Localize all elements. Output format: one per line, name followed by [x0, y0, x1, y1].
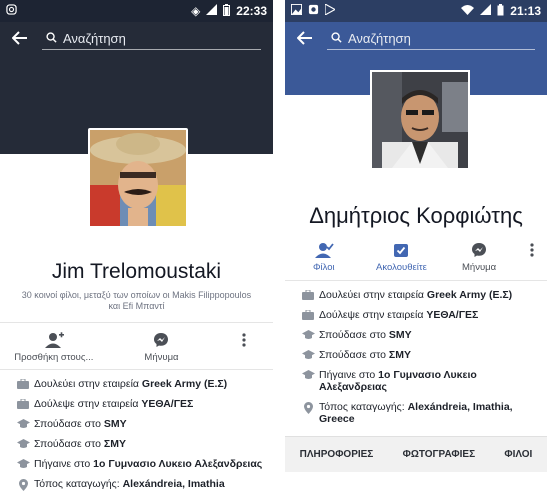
- profile-name: Jim Trelomoustaki: [51, 260, 222, 283]
- battery-icon: [223, 3, 231, 19]
- tab-photos[interactable]: ΦΩΤΟΓΡΑΦΙΕΣ: [403, 449, 475, 460]
- search-bar: Αναζήτηση: [11, 28, 261, 50]
- status-bar: ◈ 22:33: [0, 0, 273, 22]
- following-icon: [393, 241, 409, 259]
- tab-about[interactable]: ΠΛΗΡΟΦΟΡΙΕΣ: [300, 449, 374, 460]
- briefcase-icon: [12, 378, 34, 389]
- friends-check-icon: [314, 241, 334, 259]
- search-bar: Αναζήτηση: [296, 28, 535, 50]
- image-icon: [291, 4, 302, 18]
- briefcase-icon: [12, 398, 34, 409]
- profile-name: Δημήτριος Κορφιώτης: [309, 203, 523, 228]
- message-button[interactable]: Μήνυμα: [121, 331, 201, 363]
- search-input[interactable]: Αναζήτηση: [42, 28, 261, 50]
- info-row-education-1: Σπούδασε στο SMY: [297, 329, 537, 341]
- gallery-icon: [308, 4, 319, 18]
- search-placeholder: Αναζήτηση: [348, 31, 411, 46]
- info-row-school: Πήγαινε στο 1ο Γυμνασιο Λυκειο Αλεξανδρε…: [297, 369, 537, 393]
- graduation-cap-icon: [297, 329, 319, 340]
- add-friend-label: Προσθήκη στους...: [14, 352, 94, 363]
- profile-tabs: ΠΛΗΡΟΦΟΡΙΕΣ ΦΩΤΟΓΡΑΦΙΕΣ ΦΙΛΟΙ: [285, 436, 547, 472]
- graduation-cap-icon: [12, 418, 34, 429]
- info-row-hometown: Τόπος καταγωγής: Alexándreia, Imathia, G…: [297, 401, 537, 425]
- graduation-cap-icon: [12, 438, 34, 449]
- message-label: Μήνυμα: [462, 262, 497, 273]
- left-screenshot: ◈ 22:33 Αναζήτηση Jim Trelomoustaki 30 κ…: [0, 0, 273, 494]
- messenger-icon: [471, 241, 487, 259]
- graduation-cap-icon: [297, 349, 319, 360]
- tab-friends[interactable]: ΦΙΛΟΙ: [504, 449, 532, 460]
- search-icon: [331, 31, 342, 46]
- info-row-education-1: Σπούδασε στο SMY: [12, 418, 263, 430]
- more-options-button[interactable]: [518, 241, 547, 262]
- info-row-work: Δουλεύει στην εταιρεία Greek Army (Ε.Σ): [12, 378, 263, 390]
- location-pin-icon: [12, 478, 34, 491]
- screenshot-divider: [273, 0, 285, 494]
- info-row-past-work: Δούλεψε στην εταιρεία ΥΕΘΑ/ΓΕΣ: [12, 398, 263, 410]
- more-options-button[interactable]: [229, 331, 259, 352]
- back-arrow-icon[interactable]: [11, 29, 42, 50]
- wifi-icon: [461, 4, 475, 18]
- profile-actions: Φίλοι Ακολουθείτε Μήνυμα: [285, 241, 547, 281]
- friends-label: Φίλοι: [312, 262, 335, 273]
- play-store-icon: [324, 2, 337, 18]
- search-icon: [46, 31, 57, 46]
- info-row-school: Πήγαινε στο 1ο Γυμνασιο Λυκειο Αλεξανδρε…: [12, 458, 263, 470]
- profile-picture[interactable]: [88, 128, 188, 228]
- info-row-education-2: Σπούδασε στο ΣΜΥ: [297, 349, 537, 361]
- message-button[interactable]: Μήνυμα: [440, 241, 518, 273]
- battery-icon: [497, 3, 504, 19]
- graduation-cap-icon: [12, 458, 34, 469]
- message-label: Μήνυμα: [144, 352, 179, 363]
- intro-info: Δουλεύει στην εταιρεία Greek Army (Ε.Σ) …: [285, 281, 547, 425]
- intro-info: Δουλεύει στην εταιρεία Greek Army (Ε.Σ) …: [0, 370, 273, 491]
- more-vertical-icon: [242, 331, 246, 349]
- graduation-cap-icon: [297, 369, 319, 380]
- mutual-friends-text[interactable]: 30 κοινοί φίλοι, μεταξύ των οποίων οι Ma…: [0, 284, 273, 312]
- add-friend-button[interactable]: Προσθήκη στους...: [14, 331, 94, 363]
- briefcase-icon: [297, 309, 319, 320]
- following-label: Ακολουθείτε: [376, 262, 427, 273]
- following-button[interactable]: Ακολουθείτε: [363, 241, 441, 273]
- back-arrow-icon[interactable]: [296, 29, 327, 50]
- more-vertical-icon: [530, 241, 535, 259]
- info-row-work: Δουλεύει στην εταιρεία Greek Army (Ε.Σ): [297, 289, 537, 301]
- right-screenshot: 21:13 Αναζήτηση Δημήτριος Κορφιώτης Φίλο…: [285, 0, 547, 494]
- location-pin-icon: [297, 401, 319, 414]
- signal-icon: [206, 4, 218, 18]
- info-row-hometown: Τόπος καταγωγής: Alexándreia, Imathia: [12, 478, 263, 491]
- status-bar: 21:13: [285, 0, 547, 22]
- status-time: 21:13: [510, 4, 541, 18]
- search-placeholder: Αναζήτηση: [63, 31, 126, 46]
- messenger-icon: [153, 331, 169, 349]
- profile-picture[interactable]: [370, 70, 470, 170]
- friends-button[interactable]: Φίλοι: [285, 241, 363, 273]
- status-time: 22:33: [236, 4, 267, 18]
- diamond-icon: ◈: [191, 4, 201, 18]
- signal-icon: [480, 4, 492, 18]
- briefcase-icon: [297, 289, 319, 300]
- info-row-past-work: Δούλεψε στην εταιρεία ΥΕΘΑ/ΓΕΣ: [297, 309, 537, 321]
- info-row-education-2: Σπούδασε στο ΣΜΥ: [12, 438, 263, 450]
- instagram-icon: [6, 4, 17, 18]
- profile-actions: Προσθήκη στους... Μήνυμα: [0, 322, 273, 370]
- add-friend-icon: [44, 331, 64, 349]
- search-input[interactable]: Αναζήτηση: [327, 28, 535, 50]
